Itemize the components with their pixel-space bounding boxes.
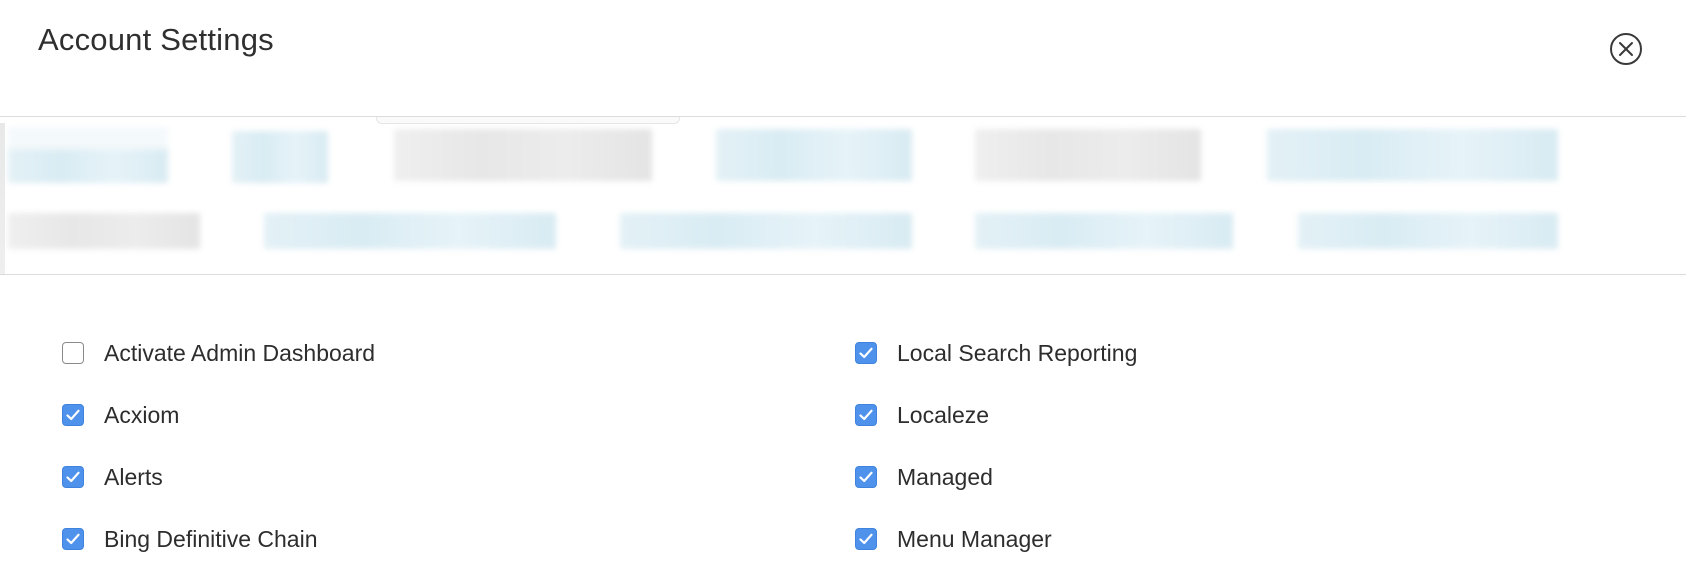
checkbox[interactable] (855, 342, 877, 364)
checkbox[interactable] (62, 528, 84, 550)
modal-header: Account Settings (0, 0, 1686, 117)
redacted-tab[interactable] (716, 129, 912, 181)
checkbox[interactable] (855, 528, 877, 550)
redacted-tab[interactable] (232, 131, 328, 183)
checkmark-icon (859, 533, 873, 545)
setting-label: Local Search Reporting (897, 339, 1138, 366)
setting-label: Managed (897, 463, 993, 490)
checkbox[interactable] (62, 404, 84, 426)
redacted-tab[interactable] (8, 149, 168, 183)
redacted-tab[interactable] (1298, 213, 1558, 249)
checkmark-icon (66, 533, 80, 545)
setting-acxiom[interactable]: Acxiom (62, 395, 179, 435)
checkmark-icon (859, 347, 873, 359)
close-circle-icon (1609, 32, 1643, 66)
checkmark-icon (66, 409, 80, 421)
setting-label: Acxiom (104, 401, 180, 428)
redacted-tab-strip (0, 117, 1686, 275)
redacted-tab[interactable] (620, 213, 912, 249)
settings-checkbox-grid: Activate Admin Dashboard Acxiom Alerts B… (0, 275, 1686, 572)
checkbox[interactable] (855, 466, 877, 488)
close-button[interactable] (1609, 32, 1643, 66)
setting-alerts[interactable]: Alerts (62, 457, 163, 497)
setting-activate-admin-dashboard[interactable]: Activate Admin Dashboard (62, 333, 375, 373)
strip-edge (0, 123, 5, 274)
checkbox[interactable] (855, 404, 877, 426)
setting-label: Alerts (104, 463, 163, 490)
setting-label: Localeze (897, 401, 990, 428)
checkmark-icon (859, 471, 873, 483)
setting-bing-definitive-chain[interactable]: Bing Definitive Chain (62, 519, 318, 559)
setting-menu-manager[interactable]: Menu Manager (855, 519, 1052, 559)
checkbox[interactable] (62, 466, 84, 488)
modal-title: Account Settings (38, 22, 274, 57)
setting-label: Bing Definitive Chain (104, 525, 318, 552)
setting-local-search-reporting[interactable]: Local Search Reporting (855, 333, 1137, 373)
redacted-tab[interactable] (975, 213, 1233, 249)
setting-localeze[interactable]: Localeze (855, 395, 989, 435)
setting-managed[interactable]: Managed (855, 457, 993, 497)
checkbox[interactable] (62, 342, 84, 364)
checkmark-icon (859, 409, 873, 421)
checkmark-icon (66, 471, 80, 483)
redacted-tab[interactable] (975, 129, 1201, 181)
redacted-tab[interactable] (394, 129, 652, 181)
setting-label: Menu Manager (897, 525, 1052, 552)
redacted-tab[interactable] (264, 213, 556, 249)
redacted-tab[interactable] (8, 213, 200, 249)
redacted-tab[interactable] (1267, 129, 1558, 181)
setting-label: Activate Admin Dashboard (104, 339, 376, 366)
active-tab-indicator (376, 117, 680, 124)
